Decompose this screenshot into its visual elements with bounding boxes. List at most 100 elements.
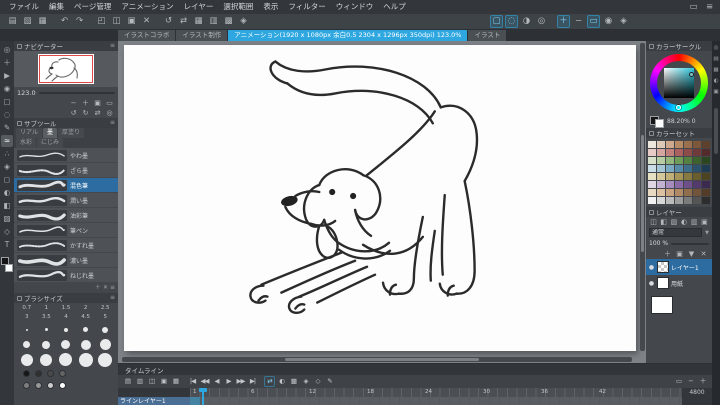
brush-size-dot[interactable] [98, 352, 113, 367]
fit-to-screen-icon[interactable]: ▭ [587, 15, 600, 28]
color-swatch[interactable] [648, 141, 656, 148]
document-tab[interactable]: イラスト制作 [176, 30, 228, 41]
foreground-background-swatch[interactable] [1, 257, 13, 272]
brush-size-dot[interactable] [99, 339, 111, 350]
brush-size-dot[interactable] [25, 328, 28, 331]
menu-item[interactable]: 選択範囲 [218, 0, 258, 14]
color-swatch[interactable] [666, 141, 674, 148]
color-swatch[interactable] [657, 189, 665, 196]
brush-size-value[interactable]: 2.5 [95, 304, 115, 313]
color-swatch[interactable] [648, 149, 656, 156]
brush-size-value[interactable]: 1.5 [56, 304, 76, 313]
eyedropper-tool-icon[interactable]: ◉ [1, 83, 13, 95]
brush-size-value[interactable]: 2 [76, 304, 96, 313]
color-swatch[interactable] [684, 189, 692, 196]
color-mixing-tab-icon[interactable]: ◐ [713, 78, 720, 85]
brush-item[interactable]: 筆ペン [14, 223, 118, 238]
background-color-swatch[interactable] [5, 264, 13, 272]
new-cel-icon[interactable]: ◫ [146, 376, 157, 387]
color-swatch[interactable] [702, 173, 710, 180]
color-swatch[interactable] [702, 149, 710, 156]
color-swatch[interactable] [666, 173, 674, 180]
menu-item[interactable]: ウィンドウ [331, 0, 379, 14]
menu-item[interactable]: ページ管理 [69, 0, 116, 14]
play-backward-button[interactable]: ◀ [211, 376, 222, 387]
fill-tool-icon[interactable]: ◧ [1, 200, 13, 212]
selection-tool-icon[interactable]: ▢ [1, 96, 13, 108]
timeline-track-label[interactable]: ラインレイヤー1 [118, 397, 190, 405]
delete-icon[interactable]: ✕ [140, 15, 153, 28]
brush-size-value[interactable]: 3.5 [37, 313, 57, 322]
color-swatch[interactable] [693, 141, 701, 148]
quick-color-swatch[interactable] [35, 369, 42, 377]
brush-size-value[interactable]: 1 [37, 304, 57, 313]
panel-menu-icon[interactable]: ≡ [110, 41, 115, 51]
play-button[interactable]: ▶ [223, 376, 234, 387]
color-swatch[interactable] [666, 149, 674, 156]
color-swatch[interactable] [666, 165, 674, 172]
subtool-menu-icon[interactable]: ≡ [110, 283, 115, 293]
color-slider-tab-icon[interactable]: ▤ [713, 56, 720, 63]
color-wheel[interactable] [650, 54, 708, 112]
color-swatch[interactable] [666, 157, 674, 164]
main-sub-color-swatch[interactable] [650, 115, 664, 128]
prev-frame-button[interactable]: ◀◀ [199, 376, 210, 387]
layer-folder-icon[interactable]: ▣ [700, 218, 709, 227]
color-swatch[interactable] [666, 189, 674, 196]
color-swatch[interactable] [648, 189, 656, 196]
select-rectangle-icon[interactable]: ▢ [490, 15, 503, 28]
brush-size-dot[interactable] [23, 341, 31, 348]
panel-scrollbar[interactable] [714, 108, 718, 154]
delete-layer-icon[interactable]: ✕ [698, 250, 709, 259]
light-table-icon[interactable]: ▦ [170, 376, 181, 387]
color-swatch[interactable] [702, 157, 710, 164]
open-file-icon[interactable]: ▧ [21, 15, 34, 28]
add-subtool-icon[interactable]: ＋ [95, 283, 101, 293]
quick-color-swatch[interactable] [59, 381, 66, 389]
deselect-icon[interactable]: ◌ [505, 15, 518, 28]
ruler-icon[interactable]: ▥ [207, 15, 220, 28]
document-tab[interactable]: アニメーション(1920 x 1080px 余白0.5 2304 x 1296p… [228, 30, 468, 41]
subtool-group-tab[interactable]: リアル [16, 128, 42, 138]
reset-view-icon[interactable]: ◎ [104, 109, 115, 118]
color-swatch[interactable] [693, 181, 701, 188]
brush-item[interactable]: 油彩筆 [14, 208, 118, 223]
color-swatch[interactable] [657, 197, 665, 204]
flip-horizontal-icon[interactable]: ⇄ [92, 109, 103, 118]
hue-marker[interactable] [676, 105, 681, 110]
brush-size-value[interactable]: 4.5 [76, 313, 96, 322]
cel-display-icon[interactable]: ▩ [288, 376, 299, 387]
quick-color-swatch[interactable] [47, 381, 54, 389]
merge-down-icon[interactable]: ▼ [686, 250, 697, 259]
eraser-tool-icon[interactable]: ◻ [1, 174, 13, 186]
color-swatch[interactable] [648, 181, 656, 188]
color-swatch[interactable] [666, 197, 674, 204]
snap-special-icon[interactable]: ◈ [237, 15, 250, 28]
zoom-in-icon[interactable]: ＋ [557, 15, 570, 28]
brush-item[interactable]: やわ墨 [14, 148, 118, 163]
redo-icon[interactable]: ↷ [73, 15, 86, 28]
color-swatch[interactable] [693, 149, 701, 156]
quick-color-swatch[interactable] [23, 369, 30, 377]
navigator-view-rect[interactable] [39, 55, 93, 83]
lock-transparent-icon[interactable]: ▨ [669, 218, 678, 227]
color-swatch[interactable] [684, 149, 692, 156]
color-swatch[interactable] [666, 181, 674, 188]
color-swatch[interactable] [684, 173, 692, 180]
loop-playback-icon[interactable]: ⇄ [264, 376, 275, 387]
color-swatch[interactable] [693, 165, 701, 172]
move-tool-icon[interactable]: ＋ [1, 57, 13, 69]
save-icon[interactable]: ▦ [36, 15, 49, 28]
rotate-left-icon[interactable]: ↺ [68, 109, 79, 118]
canvas-horizontal-scrollbar[interactable] [122, 357, 632, 362]
keyframe-icon[interactable]: ◇ [312, 376, 323, 387]
playhead[interactable] [202, 388, 204, 405]
color-swatch[interactable] [693, 189, 701, 196]
color-swatch[interactable] [675, 189, 683, 196]
sv-marker[interactable] [689, 72, 694, 77]
brush-size-value[interactable]: 4 [56, 313, 76, 322]
lock-layer-icon[interactable]: ◧ [659, 218, 668, 227]
blend-tool-icon[interactable]: ◐ [1, 187, 13, 199]
menu-item[interactable]: ヘルプ [378, 0, 411, 14]
color-swatch[interactable] [693, 197, 701, 204]
